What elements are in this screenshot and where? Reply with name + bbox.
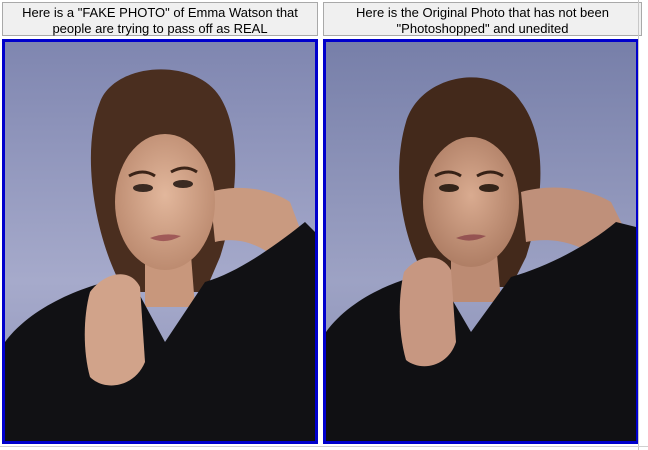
comparison-grid: Here is a "FAKE PHOTO" of Emma Watson th… [0, 0, 648, 450]
left-photo [5, 42, 315, 441]
right-photo [326, 42, 636, 441]
right-panel: Here is the Original Photo that has not … [321, 0, 648, 450]
left-panel: Here is a "FAKE PHOTO" of Emma Watson th… [0, 0, 321, 450]
bottom-edge [0, 446, 648, 447]
right-caption: Here is the Original Photo that has not … [323, 2, 642, 36]
panel-edge [638, 0, 639, 450]
left-caption: Here is a "FAKE PHOTO" of Emma Watson th… [2, 2, 318, 36]
left-photo-frame[interactable] [2, 39, 318, 444]
right-photo-frame[interactable] [323, 39, 639, 444]
